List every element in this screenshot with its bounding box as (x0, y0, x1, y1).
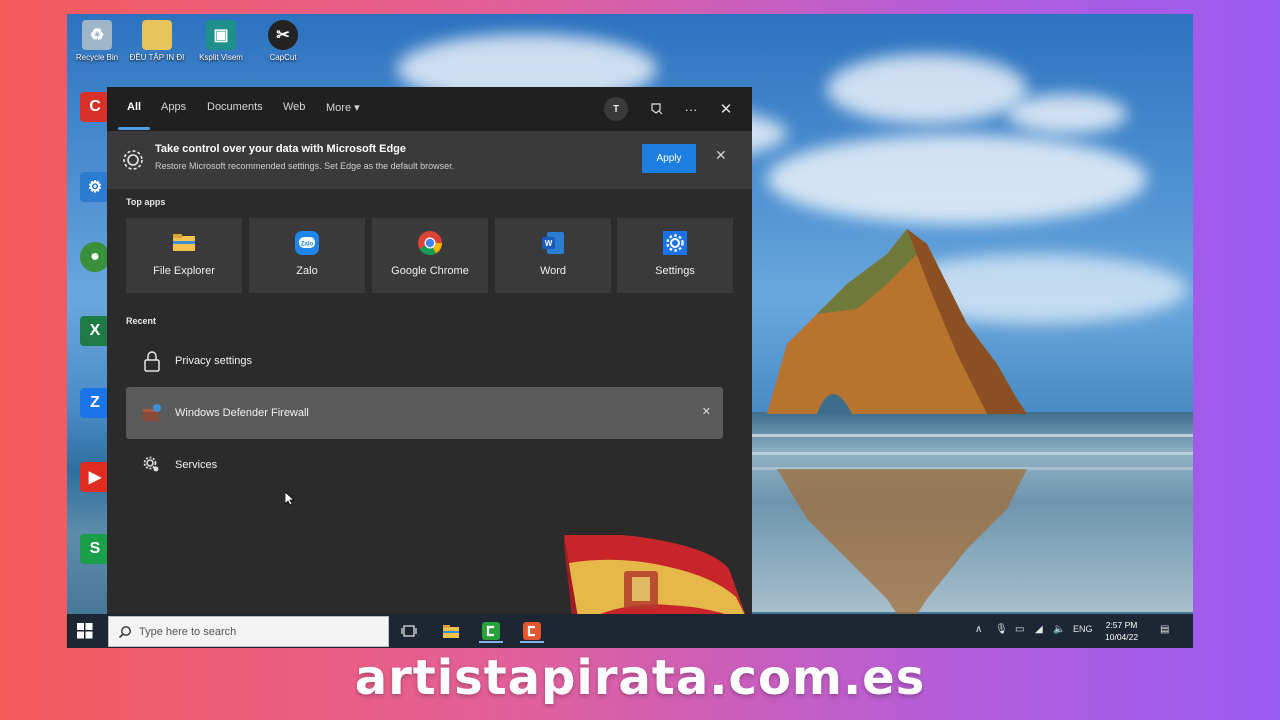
services-gear-icon (140, 453, 164, 477)
recent-item-services[interactable]: Services (126, 439, 723, 491)
windows-search-panel: All Apps Documents Web More ▾ T ··· ✕ Ta… (107, 87, 758, 648)
edge-promo-banner: Take control over your data with Microso… (107, 131, 752, 189)
settings-icon (663, 231, 687, 255)
desktop-icon-capcut[interactable]: ✂ CapCut (253, 20, 313, 62)
desktop-icon-folder[interactable]: ĐỀU TẬP IN ĐI (127, 20, 187, 62)
camtasia-taskbar-icon[interactable] (479, 619, 503, 643)
watermark-text: artistapirata.com.es (354, 650, 926, 706)
apply-button[interactable]: Apply (642, 144, 696, 173)
more-options-icon[interactable]: ··· (679, 97, 703, 121)
app-tile-google-chrome[interactable]: Google Chrome (372, 218, 488, 293)
tab-apps[interactable]: Apps (161, 101, 186, 113)
rock-reflection (777, 469, 1027, 629)
tab-web[interactable]: Web (283, 101, 305, 113)
notification-icon[interactable]: ▤ (1160, 624, 1169, 635)
chevron-down-icon: ▾ (354, 102, 360, 114)
capcut-icon: ✂ (268, 20, 298, 50)
ccleaner-icon: C (80, 92, 110, 122)
search-icon (118, 626, 131, 639)
active-app-indicator (520, 641, 544, 643)
app-tile-file-explorer[interactable]: File Explorer (126, 218, 242, 293)
network-icon[interactable]: ◢ (1035, 624, 1043, 635)
task-view-icon[interactable] (397, 619, 421, 643)
app-tile-word[interactable]: W Word (495, 218, 611, 293)
taskbar: Type here to search ∧ 🎙 ▭ ◢ 🔈 ENG 2:57 P… (67, 614, 1193, 648)
tab-more[interactable]: More ▾ (326, 101, 360, 114)
chevron-up-icon[interactable]: ∧ (975, 624, 982, 635)
windows-start-icon[interactable] (77, 623, 93, 639)
zalo-icon: Zalo (295, 231, 319, 255)
firewall-icon (140, 401, 164, 425)
remove-recent-icon[interactable]: ✕ (702, 405, 711, 418)
search-tab-bar: All Apps Documents Web More ▾ T ··· ✕ (107, 87, 752, 131)
tab-documents[interactable]: Documents (207, 101, 263, 113)
file-explorer-icon (173, 234, 195, 251)
tab-all[interactable]: All (127, 101, 141, 113)
sublime-icon: S (80, 534, 110, 564)
rewards-icon[interactable] (645, 97, 669, 121)
avatar[interactable]: T (604, 97, 628, 121)
file-explorer-taskbar-icon[interactable] (439, 619, 463, 643)
battery-icon[interactable]: ▭ (1015, 624, 1024, 635)
rock-arch (767, 229, 1027, 414)
search-placeholder: Type here to search (139, 626, 237, 638)
recent-item-windows-defender-firewall[interactable]: Windows Defender Firewall ✕ (126, 387, 723, 439)
desktop-icon-app[interactable]: ▣ Ksplit Visem (191, 20, 251, 62)
tab-more-label: More (326, 102, 352, 114)
gear-icon (123, 150, 143, 170)
banner-close-icon[interactable]: ✕ (715, 147, 727, 164)
desktop-icon-recycle-bin[interactable]: ♻ Recycle Bin (67, 20, 127, 62)
microphone-icon[interactable]: 🎙 (995, 624, 1008, 635)
lock-icon (140, 349, 164, 373)
recent-heading: Recent (126, 316, 157, 326)
clock[interactable]: 2:57 PM 10/04/22 (1105, 619, 1138, 643)
language-indicator[interactable]: ENG (1073, 624, 1093, 634)
app-icon: ▣ (206, 20, 236, 50)
active-tab-indicator (118, 127, 150, 130)
close-icon[interactable]: ✕ (714, 97, 738, 121)
banner-title: Take control over your data with Microso… (155, 143, 407, 155)
chrome-icon (418, 231, 442, 256)
control-panel-icon: ⚙ (80, 172, 110, 202)
recycle-bin-icon: ♻ (82, 20, 112, 50)
youtube-icon: ▶ (80, 462, 110, 492)
recent-item-privacy-settings[interactable]: Privacy settings (126, 335, 723, 387)
capture-app-taskbar-icon[interactable] (520, 619, 544, 643)
clock-time: 2:57 PM (1105, 620, 1138, 630)
volume-icon[interactable]: 🔈 (1053, 624, 1065, 635)
top-apps-heading: Top apps (126, 197, 166, 207)
app-tile-settings[interactable]: Settings (617, 218, 733, 293)
app-tile-zalo[interactable]: Zalo Zalo (249, 218, 365, 293)
screenshot-frame: ♻ Recycle Bin ĐỀU TẬP IN ĐI ▣ Ksplit Vis… (67, 14, 1193, 648)
active-app-indicator (479, 641, 503, 643)
zalo-icon: Z (80, 388, 110, 418)
svg-text:Zalo: Zalo (301, 242, 314, 248)
taskbar-search-box[interactable]: Type here to search (108, 616, 389, 647)
word-icon: W (542, 232, 564, 254)
excel-icon: X (80, 316, 110, 346)
chrome-icon: ● (80, 242, 110, 272)
svg-text:W: W (545, 239, 553, 248)
clock-date: 10/04/22 (1105, 632, 1139, 642)
folder-icon (142, 20, 172, 50)
banner-description: Restore Microsoft recommended settings. … (155, 161, 455, 171)
mouse-cursor (285, 492, 295, 506)
